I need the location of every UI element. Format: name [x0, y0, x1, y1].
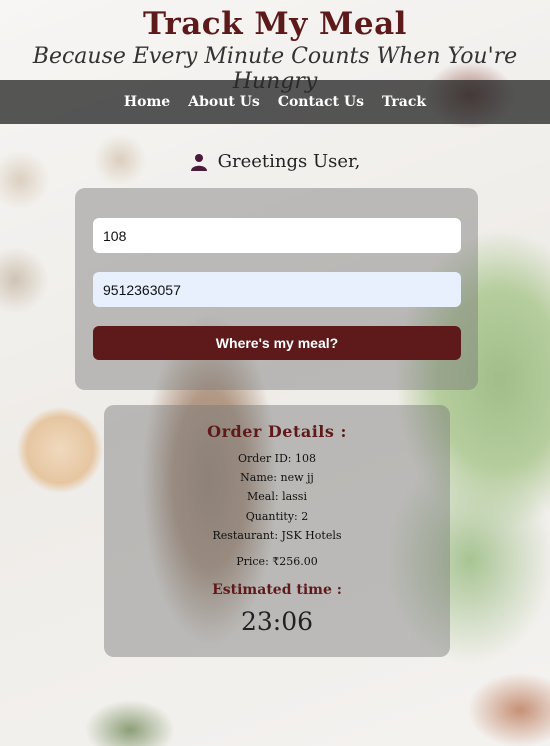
greeting-text: Greetings User,: [217, 151, 361, 172]
nav-about-link[interactable]: About Us: [188, 94, 260, 110]
navbar: Home About Us Contact Us Track: [0, 80, 550, 124]
order-id-detail: Order ID: 108: [238, 452, 316, 465]
page-title: Track My Meal: [143, 6, 407, 42]
phone-input[interactable]: [93, 272, 461, 307]
estimated-time-value: 23:06: [240, 607, 314, 636]
nav-track-link[interactable]: Track: [382, 94, 426, 110]
order-details-card: Order Details : Order ID: 108 Name: new …: [104, 405, 450, 657]
nav-home-link[interactable]: Home: [124, 94, 170, 110]
track-form: Where's my meal?: [75, 188, 478, 390]
greeting: Greetings User,: [0, 151, 550, 172]
order-id-input[interactable]: [93, 218, 461, 253]
wheres-my-meal-button[interactable]: Where's my meal?: [93, 326, 461, 360]
nav-contact-link[interactable]: Contact Us: [278, 94, 364, 110]
meal-detail: Meal: lassi: [247, 490, 307, 503]
restaurant-detail: Restaurant: JSK Hotels: [212, 529, 342, 542]
quantity-detail: Quantity: 2: [245, 510, 309, 523]
user-icon: [190, 153, 208, 171]
estimated-time-heading: Estimated time :: [212, 582, 342, 598]
order-details-heading: Order Details :: [207, 422, 347, 441]
price-detail: Price: ₹256.00: [236, 555, 318, 568]
name-detail: Name: new jj: [240, 471, 314, 484]
